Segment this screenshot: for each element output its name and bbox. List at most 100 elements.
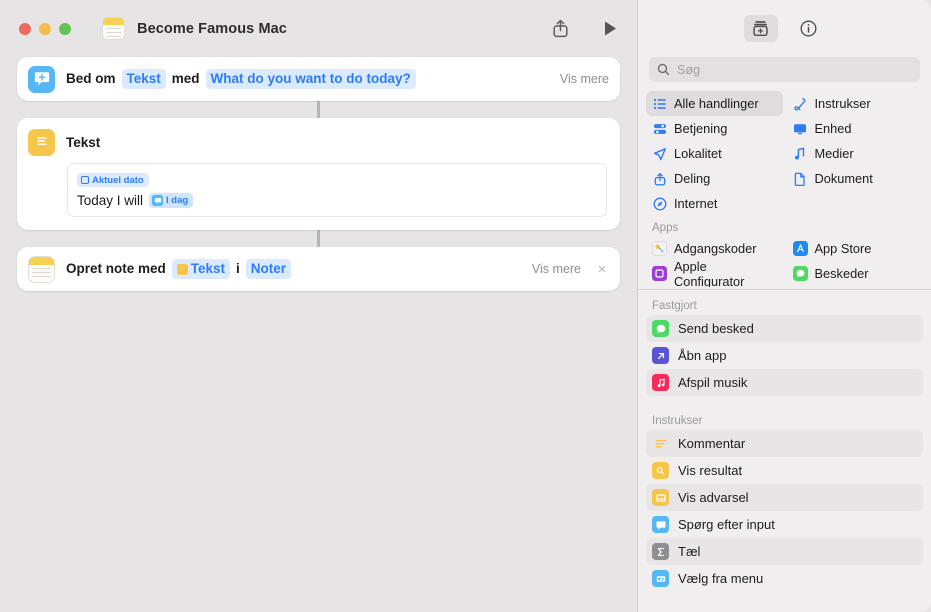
token-label: Tekst <box>190 260 226 276</box>
text-action-icon <box>28 128 55 156</box>
sidebar-toolbar <box>638 0 931 57</box>
controls-icon <box>652 122 667 136</box>
action-card-ask-for-input[interactable]: Bed om Tekst med What do you want to do … <box>17 57 620 101</box>
category-enhed[interactable]: Enhed <box>787 116 924 141</box>
search-input[interactable]: Søg <box>649 57 920 82</box>
action-library-icon[interactable] <box>743 15 778 42</box>
editor-pane: Become Famous Mac Bed om Tekst med What … <box>0 0 637 612</box>
scripting-item-vis-resultat[interactable]: Vis resultat <box>646 457 923 484</box>
zoom-button[interactable] <box>59 22 71 35</box>
category-label: Deling <box>674 171 711 186</box>
minimize-button[interactable] <box>39 22 51 35</box>
action-card-text[interactable]: Tekst Aktuel dato Today I will I dag <box>17 118 620 230</box>
app-store-icon <box>792 241 808 256</box>
pinned-label: Afspil musik <box>678 375 748 390</box>
search-container: Søg <box>638 57 931 82</box>
action-text: Opret note med Tekst i Noter <box>66 259 293 279</box>
comment-icon <box>652 435 669 452</box>
text-field-body: Today I will <box>77 193 144 208</box>
list-bullet-icon <box>652 97 667 111</box>
app-adgangskoder[interactable]: Adgangskoder <box>646 236 783 261</box>
scripting-item-vaelg-fra-menu[interactable]: Vælg fra menu <box>646 565 923 592</box>
category-grid: Alle handlinger Instrukser Betjening Enh… <box>638 91 931 287</box>
remove-action-button[interactable]: × <box>595 262 609 277</box>
ask-bubble-icon <box>152 195 164 206</box>
text-field-line: Today I will I dag <box>77 193 597 208</box>
location-arrow-icon <box>652 147 667 161</box>
show-more-button[interactable]: Vis mere <box>550 72 609 86</box>
category-label: Enhed <box>814 121 852 136</box>
titlebar-actions <box>547 0 623 57</box>
show-result-icon <box>652 462 669 479</box>
token-prompt[interactable]: What do you want to do today? <box>205 69 416 89</box>
category-lokalitet[interactable]: Lokalitet <box>646 141 783 166</box>
category-label: Instrukser <box>814 96 871 111</box>
action-card-create-note[interactable]: Opret note med Tekst i Noter Vis mere × <box>17 247 620 291</box>
scripting-item-sporg-efter-input[interactable]: Spørg efter input <box>646 511 923 538</box>
ask-input-icon <box>652 516 669 533</box>
safari-compass-icon <box>652 197 667 211</box>
play-icon[interactable] <box>597 16 623 42</box>
variable-chip-label: Aktuel dato <box>92 174 144 186</box>
share-icon[interactable] <box>547 16 573 42</box>
token-tekst[interactable]: Tekst <box>121 69 166 89</box>
flow-connector <box>317 230 320 247</box>
token-tekst[interactable]: Tekst <box>171 259 231 279</box>
category-label: Betjening <box>674 121 728 136</box>
app-app-store[interactable]: App Store <box>787 236 924 261</box>
window-titlebar: Become Famous Mac <box>0 0 637 57</box>
category-betjening[interactable]: Betjening <box>646 116 783 141</box>
passwords-app-icon <box>652 241 667 256</box>
scripting-header: Instrukser <box>652 415 703 427</box>
variable-chip-aktuel-dato[interactable]: Aktuel dato <box>77 173 149 187</box>
category-alle-handlinger[interactable]: Alle handlinger <box>646 91 783 116</box>
date-square-icon <box>81 176 89 184</box>
messages-icon <box>652 320 669 337</box>
action-flow: Bed om Tekst med What do you want to do … <box>0 57 637 291</box>
count-sigma-icon <box>652 543 669 560</box>
token-noter[interactable]: Noter <box>245 259 292 279</box>
show-more-button[interactable]: Vis mere <box>522 262 581 276</box>
flow-connector <box>317 101 320 118</box>
variable-chip-i-dag[interactable]: I dag <box>149 193 194 208</box>
category-instrukser[interactable]: Instrukser <box>787 91 924 116</box>
scripting-item-kommentar[interactable]: Kommentar <box>646 430 923 457</box>
text-input-field[interactable]: Aktuel dato Today I will I dag <box>67 163 607 217</box>
pinned-item-abn-app[interactable]: Åbn app <box>646 342 923 369</box>
search-icon <box>657 63 670 76</box>
scripting-item-tael[interactable]: Tæl <box>646 538 923 565</box>
scripting-label: Kommentar <box>678 436 746 451</box>
scripting-label: Vis advarsel <box>678 490 749 505</box>
app-apple-configurator[interactable]: Apple Configurator <box>646 259 783 287</box>
notes-app-icon <box>28 255 55 283</box>
action-word-1: Bed om <box>66 70 116 86</box>
scripting-label: Tæl <box>678 544 701 559</box>
app-label: App Store <box>814 241 872 256</box>
display-icon <box>793 122 808 136</box>
notes-document-icon <box>102 17 125 40</box>
pinned-item-afspil-musik[interactable]: Afspil musik <box>646 369 923 396</box>
info-icon[interactable] <box>792 15 826 42</box>
category-label: Dokument <box>814 171 873 186</box>
app-label: Adgangskoder <box>674 241 757 256</box>
scripting-item-vis-advarsel[interactable]: Vis advarsel <box>646 484 923 511</box>
inline-chip-label: I dag <box>166 195 189 206</box>
close-button[interactable] <box>19 22 31 35</box>
search-placeholder: Søg <box>677 62 700 77</box>
messages-app-icon <box>792 266 808 281</box>
scripting-icon <box>793 97 808 111</box>
music-app-icon <box>652 374 669 391</box>
open-app-icon <box>652 347 669 364</box>
category-label: Alle handlinger <box>674 96 759 111</box>
category-dokument[interactable]: Dokument <box>787 166 924 191</box>
category-internet[interactable]: Internet <box>646 191 783 216</box>
scripting-label: Spørg efter input <box>678 517 775 532</box>
choose-menu-icon <box>652 570 669 587</box>
category-medier[interactable]: Medier <box>787 141 924 166</box>
pinned-item-send-besked[interactable]: Send besked <box>646 315 923 342</box>
shortcuts-window: Become Famous Mac Bed om Tekst med What … <box>0 0 931 612</box>
app-label: Beskeder <box>814 266 869 281</box>
category-deling[interactable]: Deling <box>646 166 783 191</box>
app-beskeder[interactable]: Beskeder <box>787 261 924 286</box>
action-word-2: med <box>171 70 200 86</box>
